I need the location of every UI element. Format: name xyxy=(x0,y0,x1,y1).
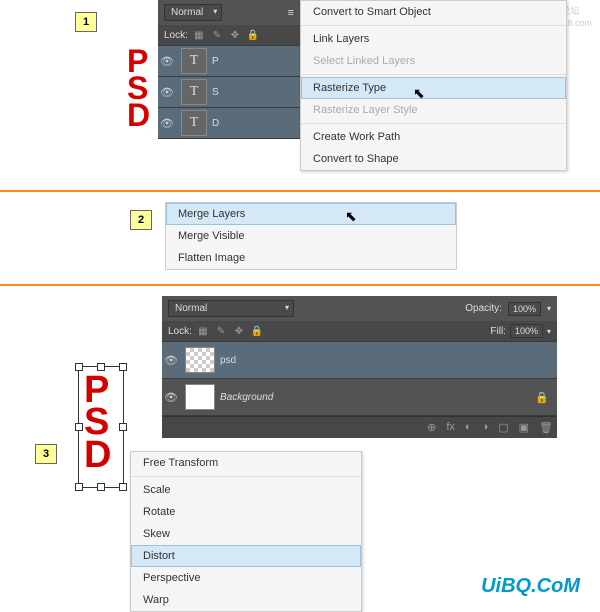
layer-label: P xyxy=(212,56,219,67)
transform-handle[interactable] xyxy=(119,483,127,491)
menu-select-linked: Select Linked Layers xyxy=(301,50,566,72)
lock-move-icon[interactable]: ✥ xyxy=(228,28,242,42)
site-logo: UiBQ.CoM xyxy=(481,575,580,598)
blend-mode-select[interactable]: Normal xyxy=(164,4,222,21)
layer-thumbnail xyxy=(185,384,215,410)
trash-icon[interactable]: 🗑 xyxy=(539,421,553,434)
new-layer-icon[interactable]: ▣ xyxy=(519,421,529,434)
layer-row-psd[interactable]: 👁 psd xyxy=(162,342,557,379)
menu-rasterize-style: Rasterize Layer Style xyxy=(301,99,566,121)
opacity-value[interactable]: 100% xyxy=(508,302,541,316)
lock-label: Lock: xyxy=(164,30,188,41)
link-icon[interactable]: ⊕ xyxy=(427,421,436,434)
menu-separator xyxy=(301,74,566,75)
transform-handle[interactable] xyxy=(75,423,83,431)
visibility-icon[interactable]: 👁 xyxy=(158,86,176,99)
menu-warp[interactable]: Warp xyxy=(131,589,361,611)
layer-label: psd xyxy=(220,355,236,366)
menu-convert-shape[interactable]: Convert to Shape xyxy=(301,148,566,170)
lock-brush-icon[interactable]: ✎ xyxy=(214,324,228,338)
visibility-icon[interactable]: 👁 xyxy=(162,391,180,404)
type-layer-icon: T xyxy=(181,48,207,74)
lock-brush-icon[interactable]: ✎ xyxy=(210,28,224,42)
fx-icon[interactable]: fx xyxy=(446,421,455,434)
menu-free-transform[interactable]: Free Transform xyxy=(131,452,361,474)
divider xyxy=(0,284,600,286)
menu-separator xyxy=(301,25,566,26)
layer-row-d[interactable]: 👁 T D xyxy=(158,108,300,139)
psd-preview-1: PSD xyxy=(127,48,150,130)
menu-link-layers[interactable]: Link Layers xyxy=(301,28,566,50)
visibility-icon[interactable]: 👁 xyxy=(158,55,176,68)
blend-mode-select[interactable]: Normal xyxy=(168,300,294,317)
menu-skew[interactable]: Skew xyxy=(131,523,361,545)
type-layer-icon: T xyxy=(181,110,207,136)
layer-thumbnail xyxy=(185,347,215,373)
transform-handle[interactable] xyxy=(75,363,83,371)
visibility-icon[interactable]: 👁 xyxy=(162,354,180,367)
layer-row-s[interactable]: 👁 T S xyxy=(158,77,300,108)
lock-transparent-icon[interactable]: ▦ xyxy=(192,28,206,42)
layer-row-background[interactable]: 👁 Background 🔒 xyxy=(162,379,557,416)
menu-distort[interactable]: Distort xyxy=(131,545,361,567)
layers-footer: ⊕ fx ◐ ◑ ▢ ▣ 🗑 xyxy=(162,416,557,438)
step-1-badge: 1 xyxy=(75,12,97,32)
fill-label: Fill: xyxy=(490,326,506,337)
menu-merge-layers[interactable]: Merge Layers xyxy=(166,203,456,225)
divider xyxy=(0,190,600,192)
menu-flatten[interactable]: Flatten Image xyxy=(166,247,456,269)
transform-handle[interactable] xyxy=(97,483,105,491)
transform-handle[interactable] xyxy=(119,363,127,371)
lock-transparent-icon[interactable]: ▦ xyxy=(196,324,210,338)
menu-merge-visible[interactable]: Merge Visible xyxy=(166,225,456,247)
layer-row-p[interactable]: 👁 T P xyxy=(158,46,300,77)
lock-all-icon[interactable]: 🔒 xyxy=(246,28,260,42)
visibility-icon[interactable]: 👁 xyxy=(158,117,176,130)
menu-rotate[interactable]: Rotate xyxy=(131,501,361,523)
mask-icon[interactable]: ◐ xyxy=(465,421,472,434)
group-icon[interactable]: ▢ xyxy=(498,421,508,434)
step-2-badge: 2 xyxy=(130,210,152,230)
cursor-icon: ⬉ xyxy=(413,85,425,102)
lock-icon: 🔒 xyxy=(535,391,549,404)
type-layer-icon: T xyxy=(181,79,207,105)
lock-label: Lock: xyxy=(168,326,192,337)
cursor-icon: ⬉ xyxy=(345,208,357,225)
menu-separator xyxy=(131,476,361,477)
lock-move-icon[interactable]: ✥ xyxy=(232,324,246,338)
layer-label: S xyxy=(212,87,219,98)
chevron-down-icon[interactable]: ▾ xyxy=(547,327,551,336)
menu-create-workpath[interactable]: Create Work Path xyxy=(301,126,566,148)
opacity-label: Opacity: xyxy=(465,303,502,314)
menu-rasterize-type[interactable]: Rasterize Type xyxy=(301,77,566,99)
opacity-icon: ≡ xyxy=(288,7,294,19)
adjustment-icon[interactable]: ◑ xyxy=(482,421,489,434)
menu-separator xyxy=(301,123,566,124)
menu-convert-smart[interactable]: Convert to Smart Object xyxy=(301,1,566,23)
transform-handle[interactable] xyxy=(119,423,127,431)
menu-perspective[interactable]: Perspective xyxy=(131,567,361,589)
menu-scale[interactable]: Scale xyxy=(131,479,361,501)
lock-all-icon[interactable]: 🔒 xyxy=(250,324,264,338)
transform-handle[interactable] xyxy=(75,483,83,491)
fill-value[interactable]: 100% xyxy=(510,324,543,338)
step-3-badge: 3 xyxy=(35,444,57,464)
layer-label: Background xyxy=(220,392,273,403)
psd-preview-3: PSD xyxy=(84,374,111,471)
layer-label: D xyxy=(212,118,219,129)
chevron-down-icon[interactable]: ▾ xyxy=(547,304,551,313)
